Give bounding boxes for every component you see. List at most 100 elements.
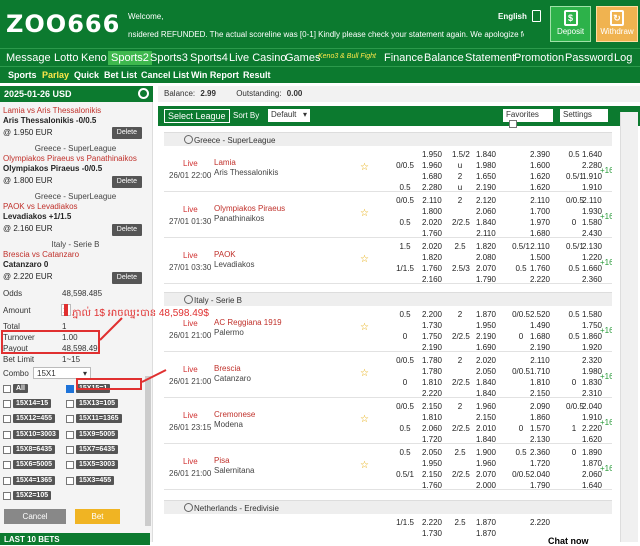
checkbox[interactable] (3, 445, 11, 454)
away-team[interactable]: Modena (214, 420, 243, 429)
odds-cell[interactable]: 2.070 (474, 264, 498, 273)
nav-sports3[interactable]: Sports3 (150, 51, 188, 65)
home-team[interactable]: Lamia (214, 158, 236, 167)
checkbox[interactable] (3, 414, 11, 423)
nav-keno3[interactable]: Keno3 & Bull Fight (318, 50, 376, 64)
odds-cell[interactable]: 1.960 (474, 459, 498, 468)
odds-cell[interactable]: 1.790 (528, 481, 552, 490)
odds-cell[interactable]: 1.970 (528, 218, 552, 227)
odds-cell[interactable]: 1.640 (580, 150, 604, 159)
odds-cell[interactable]: 1.840 (474, 435, 498, 444)
checkbox[interactable] (66, 445, 74, 454)
subnav-quick[interactable]: Quick (74, 70, 99, 80)
checkbox[interactable] (3, 384, 11, 393)
odds-cell[interactable]: 1.700 (528, 207, 552, 216)
odds-cell[interactable]: 2.020 (420, 242, 444, 251)
odds-cell[interactable]: 2.060 (474, 207, 498, 216)
odds-cell[interactable]: 1.750 (420, 332, 444, 341)
deposit-button[interactable]: $ Deposit (550, 6, 591, 42)
combo-option[interactable]: 15X14=15 (3, 399, 52, 409)
odds-cell[interactable]: 2.110 (528, 196, 552, 205)
odds-cell[interactable]: 2.130 (580, 242, 604, 251)
nav-statement[interactable]: Statement (465, 51, 515, 65)
odds-cell[interactable]: 2.130 (528, 435, 552, 444)
nav-games[interactable]: Games (285, 51, 320, 65)
more-markets-link[interactable]: +16 (600, 372, 612, 381)
odds-cell[interactable]: 2.010 (474, 424, 498, 433)
odds-cell[interactable]: 1.760 (420, 264, 444, 273)
home-team[interactable]: Brescia (214, 364, 241, 373)
odds-cell[interactable]: 2.150 (528, 389, 552, 398)
refresh-icon[interactable] (184, 503, 193, 512)
odds-cell[interactable]: 1.980 (474, 161, 498, 170)
odds-cell[interactable]: 2.160 (420, 275, 444, 284)
odds-cell[interactable]: 1.810 (420, 413, 444, 422)
more-markets-link[interactable]: +16 (600, 212, 612, 221)
sort-select[interactable]: Default ▾ (268, 109, 310, 122)
odds-cell[interactable]: 2.050 (474, 367, 498, 376)
odds-cell[interactable]: 2.110 (528, 242, 552, 251)
odds-cell[interactable]: 1.840 (474, 150, 498, 159)
odds-cell[interactable]: 2.090 (528, 402, 552, 411)
odds-cell[interactable]: 1.680 (528, 229, 552, 238)
select-league-button[interactable]: Select League (164, 109, 230, 123)
star-icon[interactable]: ☆ (360, 368, 369, 379)
combo-option[interactable]: 15X13=105 (66, 399, 119, 409)
nav-password[interactable]: Password (565, 51, 613, 65)
away-team[interactable]: Catanzaro (214, 374, 251, 383)
odds-cell[interactable]: 1.570 (528, 424, 552, 433)
odds-cell[interactable]: 2.020 (474, 356, 498, 365)
odds-cell[interactable]: 1.760 (420, 229, 444, 238)
nav-live-casino[interactable]: Live Casino (229, 51, 286, 65)
odds-cell[interactable]: 1.640 (580, 481, 604, 490)
nav-promotion[interactable]: Promotion (514, 51, 564, 65)
away-team[interactable]: Panathinaikos (214, 214, 264, 223)
odds-cell[interactable]: 1.870 (474, 529, 498, 538)
odds-cell[interactable]: 1.600 (528, 161, 552, 170)
odds-cell[interactable]: 1.960 (474, 402, 498, 411)
odds-cell[interactable]: 1.710 (528, 367, 552, 376)
checkbox[interactable] (66, 414, 74, 423)
cancel-button[interactable]: Cancel (4, 509, 66, 524)
odds-cell[interactable]: 1.950 (420, 150, 444, 159)
delete-button[interactable]: Delete (111, 176, 142, 188)
odds-cell[interactable]: 1.950 (474, 321, 498, 330)
subnav-result[interactable]: Result (243, 70, 271, 80)
favorites-button[interactable]: Favorites (503, 109, 553, 128)
odds-cell[interactable]: 1.490 (528, 321, 552, 330)
odds-cell[interactable]: 1.860 (528, 413, 552, 422)
odds-cell[interactable]: 1.840 (474, 389, 498, 398)
odds-cell[interactable]: 2.110 (420, 196, 444, 205)
away-team[interactable]: Salernitana (214, 466, 254, 475)
bet-button[interactable]: Bet (75, 509, 120, 524)
home-team[interactable]: AC Reggiana 1919 (214, 318, 282, 327)
league-header[interactable]: Netherlands - Eredivisie (164, 500, 612, 514)
odds-cell[interactable]: 2.280 (420, 183, 444, 192)
odds-cell[interactable]: 1.870 (474, 310, 498, 319)
odds-cell[interactable]: 2.520 (528, 310, 552, 319)
checkbox[interactable] (3, 430, 11, 439)
nav-sports2[interactable]: Sports2 (108, 51, 152, 65)
odds-cell[interactable]: 1.800 (420, 207, 444, 216)
more-markets-link[interactable]: +16 (600, 326, 612, 335)
odds-cell[interactable]: 1.760 (528, 264, 552, 273)
more-markets-link[interactable]: +16 (600, 166, 612, 175)
combo-option[interactable]: 15X2=105 (3, 491, 52, 501)
odds-cell[interactable]: 1.730 (420, 321, 444, 330)
odds-cell[interactable]: 1.820 (474, 242, 498, 251)
odds-cell[interactable]: 1.680 (528, 332, 552, 341)
combo-option[interactable]: 15X8=6435 (3, 445, 56, 455)
delete-button[interactable]: Delete (111, 272, 142, 284)
odds-cell[interactable]: 2.120 (474, 196, 498, 205)
home-team[interactable]: Cremonese (214, 410, 255, 419)
scrollbar[interactable] (145, 376, 151, 526)
phone-icon[interactable] (532, 10, 541, 22)
checkbox[interactable] (66, 430, 74, 439)
odds-cell[interactable]: 2.220 (528, 518, 552, 527)
odds-cell[interactable]: 1.780 (420, 356, 444, 365)
odds-cell[interactable]: 2.110 (580, 196, 604, 205)
delete-button[interactable]: Delete (111, 127, 142, 139)
odds-cell[interactable]: 2.070 (474, 470, 498, 479)
away-team[interactable]: Levadiakos (214, 260, 254, 269)
subnav-parlay[interactable]: Parlay (42, 70, 69, 80)
